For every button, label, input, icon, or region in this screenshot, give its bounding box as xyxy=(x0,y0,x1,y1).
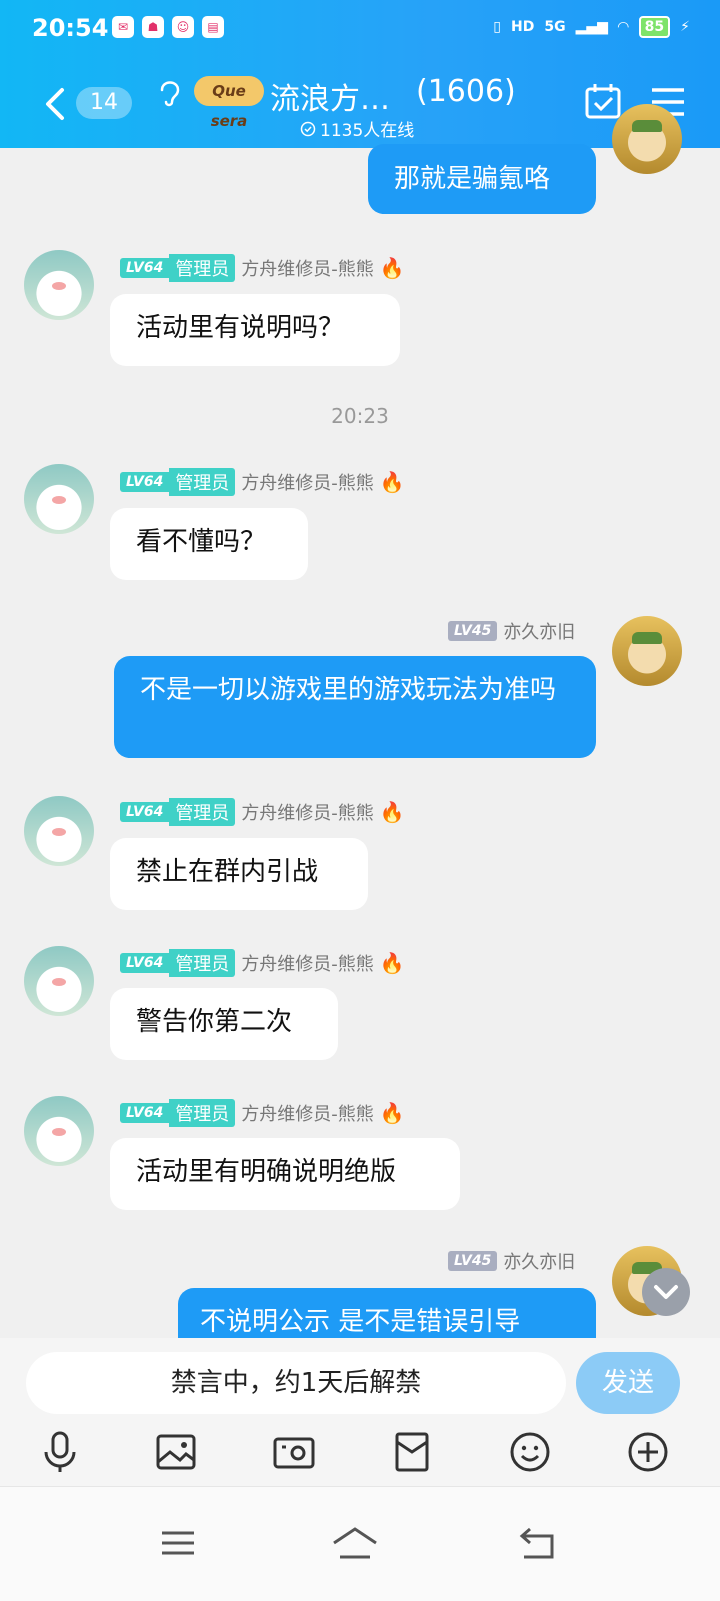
sender-avatar[interactable] xyxy=(24,946,94,1016)
back-arrow-icon[interactable] xyxy=(36,84,76,124)
wifi-icon: ◠ xyxy=(617,19,629,35)
camera-icon[interactable] xyxy=(272,1430,316,1474)
microphone-icon[interactable] xyxy=(38,1430,82,1474)
admin-badge: 管理员 xyxy=(169,949,236,977)
level-badge: LV64 xyxy=(120,802,170,822)
sender-meta: LV64 管理员 方舟维修员-熊熊 🔥 xyxy=(120,949,405,977)
admin-badge: 管理员 xyxy=(169,468,236,496)
sender-meta: LV64 管理员 方舟维修员-熊熊 🔥 xyxy=(120,798,405,826)
recent-apps-icon[interactable] xyxy=(156,1523,200,1563)
book-icon: ▤ xyxy=(202,16,224,38)
fire-icon: 🔥 xyxy=(379,1101,405,1125)
message-bubble[interactable]: 那就是骗氪咯 xyxy=(368,144,596,214)
plus-icon[interactable] xyxy=(626,1430,670,1474)
app-notification-icon: ☗ xyxy=(142,16,164,38)
group-member-count[interactable]: (1606) xyxy=(416,74,516,109)
sender-name[interactable]: 方舟维修员-熊熊 xyxy=(241,469,374,495)
fire-icon: 🔥 xyxy=(379,470,405,494)
admin-badge: 管理员 xyxy=(169,798,236,826)
message-timestamp: 20:23 xyxy=(331,404,389,428)
sender-name[interactable]: 方舟维修员-熊熊 xyxy=(241,1100,374,1126)
fire-icon: 🔥 xyxy=(379,951,405,975)
message-bubble[interactable]: 不是一切以游戏里的游戏玩法为准吗 xyxy=(114,656,596,758)
hd-icon: HD xyxy=(511,19,535,35)
level-badge: LV64 xyxy=(120,953,170,973)
top-bar: 20:54 ✉ ☗ ☺ ▤ ▯ HD 5G ▂▄▆ ◠ 85 ⚡ 14 Que … xyxy=(0,0,720,148)
signal-icon: ▂▄▆ xyxy=(575,19,608,35)
self-avatar[interactable] xyxy=(612,616,682,686)
app-notification-icon: ☺ xyxy=(172,16,194,38)
online-status: 1135人在线 xyxy=(300,116,414,141)
notification-icons: ✉ ☗ ☺ ▤ xyxy=(112,16,224,38)
level-badge: LV64 xyxy=(120,258,170,278)
image-icon[interactable] xyxy=(154,1430,198,1474)
send-button[interactable]: 发送 xyxy=(576,1352,680,1414)
sender-name[interactable]: 亦久亦旧 xyxy=(503,1248,575,1274)
online-check-icon xyxy=(300,121,316,136)
sender-name[interactable]: 方舟维修员-熊熊 xyxy=(241,950,374,976)
message-input-muted[interactable]: 禁言中，约1天后解禁 xyxy=(26,1352,566,1414)
sender-meta: LV45 亦久亦旧 xyxy=(448,618,575,644)
online-count: 1135人在线 xyxy=(320,121,415,141)
network-label: 5G xyxy=(544,19,566,35)
battery-level: 85 xyxy=(638,16,671,38)
emoji-icon[interactable] xyxy=(508,1430,552,1474)
group-name[interactable]: 流浪方… xyxy=(270,74,390,118)
self-avatar[interactable] xyxy=(612,104,682,174)
scroll-to-bottom-button[interactable] xyxy=(642,1268,690,1316)
message-bubble[interactable]: 活动里有明确说明绝版 xyxy=(110,1138,460,1210)
message-bubble[interactable]: 看不懂吗？ xyxy=(110,508,308,580)
group-logo: Que sera xyxy=(194,76,264,130)
app-notification-icon: ✉ xyxy=(112,16,134,38)
sender-meta: LV45 亦久亦旧 xyxy=(448,1248,575,1274)
system-nav-bar xyxy=(0,1486,720,1601)
message-bubble[interactable]: 禁止在群内引战 xyxy=(110,838,368,910)
sender-avatar[interactable] xyxy=(24,796,94,866)
red-packet-icon[interactable] xyxy=(390,1430,434,1474)
ear-icon[interactable] xyxy=(158,78,182,108)
status-bar: 20:54 ✉ ☗ ☺ ▤ ▯ HD 5G ▂▄▆ ◠ 85 ⚡ xyxy=(0,0,720,58)
back-nav-icon[interactable] xyxy=(516,1523,560,1563)
admin-badge: 管理员 xyxy=(169,1099,236,1127)
level-badge: LV45 xyxy=(448,1251,498,1271)
level-badge: LV64 xyxy=(120,1103,170,1123)
level-badge: LV45 xyxy=(448,621,498,641)
vibrate-icon: ▯ xyxy=(493,19,501,35)
sender-name[interactable]: 方舟维修员-熊熊 xyxy=(241,255,374,281)
home-icon[interactable] xyxy=(330,1523,380,1563)
chevron-down-icon xyxy=(654,1285,678,1299)
sender-name[interactable]: 亦久亦旧 xyxy=(503,618,575,644)
level-badge: LV64 xyxy=(120,472,170,492)
charging-icon: ⚡ xyxy=(680,19,690,35)
status-right: ▯ HD 5G ▂▄▆ ◠ 85 ⚡ xyxy=(493,16,690,38)
sender-name[interactable]: 方舟维修员-熊熊 xyxy=(241,799,374,825)
calendar-check-icon[interactable] xyxy=(584,82,622,120)
sender-meta: LV64 管理员 方舟维修员-熊熊 🔥 xyxy=(120,468,405,496)
composer-toolbar xyxy=(0,1424,720,1486)
sender-avatar[interactable] xyxy=(24,1096,94,1166)
sender-meta: LV64 管理员 方舟维修员-熊熊 🔥 xyxy=(120,1099,405,1127)
message-bubble[interactable]: 活动里有说明吗？ xyxy=(110,294,400,366)
fire-icon: 🔥 xyxy=(379,800,405,824)
sender-avatar[interactable] xyxy=(24,464,94,534)
unread-count-badge[interactable]: 14 xyxy=(76,87,132,119)
sender-meta: LV64 管理员 方舟维修员-熊熊 🔥 xyxy=(120,254,405,282)
message-bubble[interactable]: 警告你第二次 xyxy=(110,988,338,1060)
sender-avatar[interactable] xyxy=(24,250,94,320)
status-time: 20:54 xyxy=(32,14,109,42)
fire-icon: 🔥 xyxy=(379,256,405,280)
admin-badge: 管理员 xyxy=(169,254,236,282)
